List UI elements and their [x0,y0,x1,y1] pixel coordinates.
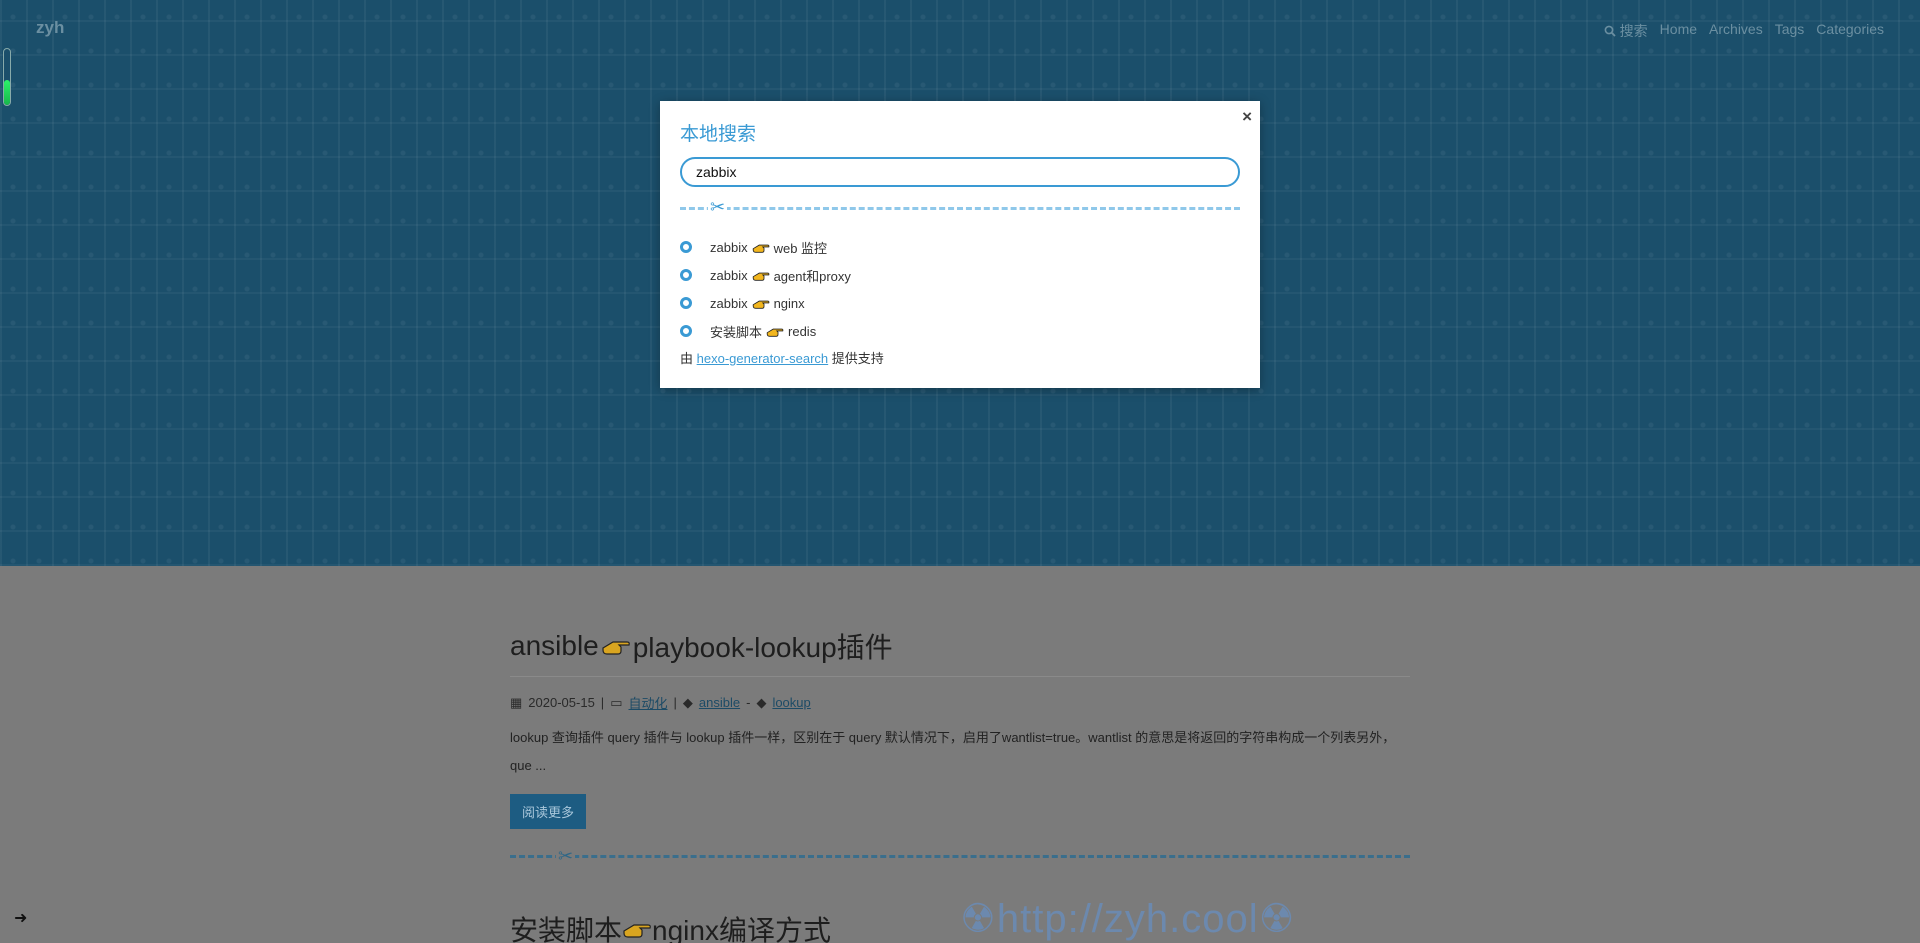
read-more-button[interactable]: 阅读更多 [510,794,587,829]
site-brand[interactable]: zyh [36,18,64,38]
arrow-right-icon[interactable]: ➜ [14,908,27,928]
result-text-after: redis [788,323,817,339]
result-bullet-icon [680,325,692,337]
post-divider: ✂ [510,846,1410,867]
powered-prefix: 由 [680,351,694,366]
result-text-before: zabbix [710,295,748,311]
close-icon[interactable]: × [1242,107,1252,127]
result-text-before: zabbix [710,239,748,255]
post-date: 2020-05-15 [528,695,595,710]
tag-icon: ◆ [682,694,693,710]
post-meta: ▦ 2020-05-15 | ▭ 自动化 | ◆ ansible - ◆ loo… [510,693,1410,712]
post-title-part1: ansible [510,630,599,661]
nav-search-label: 搜索 [1619,23,1648,39]
result-text-after: web 监控 [773,240,828,256]
post-category-link[interactable]: 自动化 [628,693,667,712]
top-nav: 搜索 Home Archives Tags Categories [1604,21,1884,41]
hand-pointing-icon [766,328,784,337]
hand-pointing-icon [752,244,769,253]
result-text-after: agent和proxy [773,268,851,284]
search-divider: ✂ [680,197,1240,218]
hand-pointing-icon [752,272,769,281]
nav-categories[interactable]: Categories [1816,21,1884,41]
nav-search[interactable]: 搜索 [1604,21,1648,41]
scissors-icon: ✂ [556,846,576,867]
result-text-before: zabbix [710,267,748,283]
hand-pointing-icon [602,641,630,655]
calendar-icon: ▦ [510,694,523,710]
result-bullet-icon [680,241,692,253]
search-result-item[interactable]: zabbix nginx [680,289,1240,317]
powered-by: 由 hexo-generator-search 提供支持 [680,348,1240,367]
result-bullet-icon [680,297,692,309]
tag-separator: - [746,695,751,710]
search-input[interactable] [680,157,1240,187]
post-title-part2: nginx编译方式 [652,915,831,943]
powered-suffix: 提供支持 [831,351,884,366]
post-title-part1: 安装脚本 [510,915,623,943]
meta-separator: | [673,695,677,710]
scissors-icon: ✂ [708,197,728,218]
nav-tags[interactable]: Tags [1775,21,1805,41]
result-text-before: 安装脚本 [710,324,763,340]
nav-archives[interactable]: Archives [1709,21,1763,41]
search-result-item[interactable]: zabbix agent和proxy [680,261,1240,289]
post-tag-link[interactable]: lookup [772,695,810,710]
search-modal: 本地搜索 × ✂ zabbix web 监控 zabbix agent和prox… [660,101,1260,388]
search-modal-title: 本地搜索 [680,124,757,145]
nav-home[interactable]: Home [1660,21,1697,41]
folder-icon: ▭ [610,694,623,710]
tag-icon: ◆ [756,694,767,710]
result-bullet-icon [680,269,692,281]
post-title-part2: playbook-lookup插件 [632,632,893,663]
meta-separator: | [600,695,605,710]
reading-progress [3,48,11,106]
site-watermark: ☢http://zyh.cool☢ [960,897,1296,941]
post-excerpt: lookup 查询插件 query 插件与 lookup 插件一样，区别在于 q… [510,730,1396,773]
search-results: zabbix web 监控 zabbix agent和proxy zabbix … [680,233,1240,345]
hand-pointing-icon [752,300,769,309]
post-tag-link[interactable]: ansible [699,695,740,710]
search-result-item[interactable]: 安装脚本 redis [680,317,1240,345]
hand-pointing-icon [623,924,651,938]
post-title[interactable]: ansible playbook-lookup插件 [510,626,1410,677]
reading-progress-fill [4,79,10,105]
powered-by-link[interactable]: hexo-generator-search [697,351,829,366]
result-text-after: nginx [773,295,805,311]
search-icon [1604,25,1616,37]
search-result-item[interactable]: zabbix web 监控 [680,233,1240,261]
